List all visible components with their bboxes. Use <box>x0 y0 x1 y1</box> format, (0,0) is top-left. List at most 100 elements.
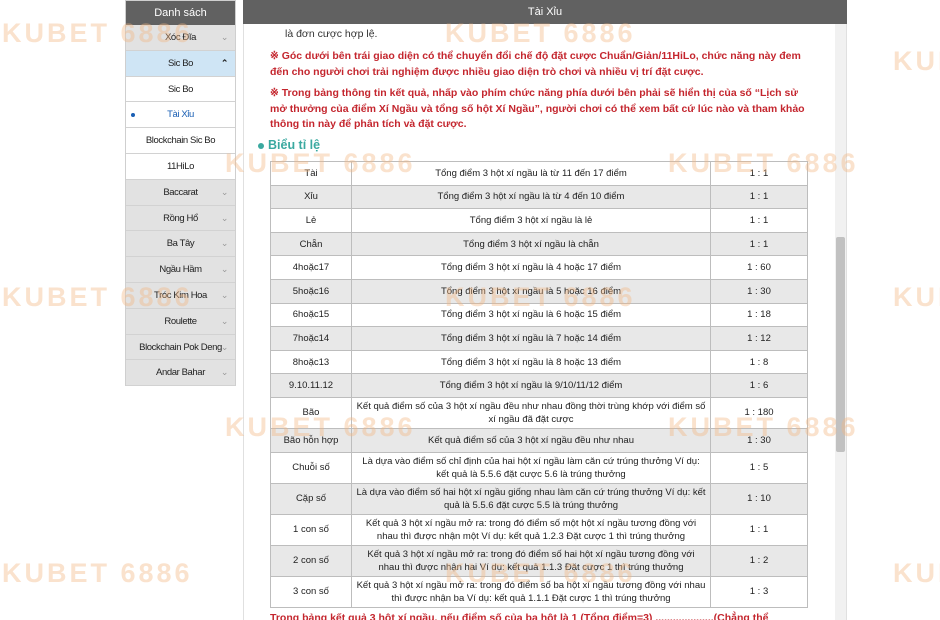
table-row: Xỉu Tổng điểm 3 hột xí ngầu là từ 4 đến 1… <box>270 184 808 210</box>
odds-table-body: Tài Tổng điểm 3 hột xí ngầu là từ 11 đến … <box>270 161 808 608</box>
bet-name-cell: 8hoặc13 <box>270 349 352 375</box>
sidebar-item-label: Ba Tây <box>166 238 195 250</box>
watermark: KUBET 6886 <box>445 558 636 588</box>
table-row: Cặp số Là dựa vào điểm số hai hột xí ngầu… <box>270 482 808 515</box>
sidebar-item-label: Sic Bo <box>167 83 194 95</box>
sidebar-item[interactable]: Sic Bo ⌃ <box>126 50 235 77</box>
watermark: KUBET 6886 <box>893 282 940 312</box>
sidebar-item[interactable]: Tài Xỉu <box>126 102 235 129</box>
odds-cell: 1 : 1 <box>710 513 808 546</box>
bet-name-cell: 2 con số <box>270 544 352 577</box>
note-bet-mode: ※ Góc dưới bên trái giao diện có thể chu… <box>270 50 801 78</box>
bet-description-cell: Là dựa vào điểm số hai hột xí ngầu giống… <box>351 482 711 515</box>
odds-cell: 1 : 6 <box>710 373 808 398</box>
sidebar-item-label: Andar Bahar <box>156 367 205 379</box>
sidebar-item[interactable]: Baccarat ⌄ <box>126 179 235 206</box>
chevron-down-icon: ⌄ <box>220 341 229 352</box>
chevron-down-icon: ⌄ <box>220 367 229 378</box>
odds-cell: 1 : 8 <box>710 349 808 375</box>
bet-description-cell: Tổng điểm 3 hột xí ngầu là chẵn <box>351 231 711 257</box>
sidebar-item[interactable]: Ba Tây ⌄ <box>126 231 235 258</box>
bet-name-cell: 5hoặc16 <box>270 278 352 304</box>
watermark: KUBET 6886 <box>668 148 859 178</box>
table-row: 7hoặc14 Tổng điểm 3 hột xí ngầu là 7 hoặc… <box>270 326 808 351</box>
bet-description-cell: Là dựa vào điểm số chỉ định của hai hột … <box>351 451 711 484</box>
chevron-down-icon: ⌄ <box>220 32 229 42</box>
table-row: Chuỗi số Là dựa vào điểm số chỉ định của … <box>270 451 808 484</box>
table-row: Chẵn Tổng điểm 3 hột xí ngầu là chẵn 1 : 1 <box>270 231 808 257</box>
table-row: 1 con số Kết quả 3 hột xí ngầu mở ra: tro… <box>270 513 808 546</box>
watermark: KUBET 6886 <box>225 412 416 442</box>
table-row: 9.10.11.12 Tổng điểm 3 hột xí ngầu là 9/1… <box>270 373 808 398</box>
note-history: ※ Trong bảng thông tin kết quả, nhấp vào… <box>270 87 805 130</box>
bet-name-cell: 9.10.11.12 <box>270 373 352 398</box>
watermark: KUBET 6886 <box>445 282 636 312</box>
bet-description-cell: Tổng điểm 3 hột xí ngầu là lẻ <box>351 208 711 233</box>
odds-cell: 1 : 1 <box>710 208 808 233</box>
sidebar-item[interactable]: Andar Bahar ⌄ <box>126 360 235 387</box>
bet-name-cell: 6hoặc15 <box>270 302 352 328</box>
watermark: KUBET 6886 <box>893 558 940 588</box>
bet-description-cell: Tổng điểm 3 hột xí ngầu là 8 hoặc 13 điể… <box>351 349 711 375</box>
chevron-down-icon: ⌄ <box>220 238 229 249</box>
watermark: KUBET 6886 <box>2 18 193 48</box>
chevron-down-icon: ⌄ <box>220 315 229 326</box>
bet-name-cell: Chuỗi số <box>270 451 352 484</box>
watermark: KUBET 6886 <box>2 558 193 588</box>
sidebar-item-label: Roulette <box>164 315 197 327</box>
odds-cell: 1 : 18 <box>710 302 808 328</box>
selected-dot-icon <box>131 113 135 118</box>
text-fragment-bottom: Trong bảng kết quả 3 hột xí ngầu, nếu đi… <box>270 612 769 620</box>
watermark: KUBET 6886 <box>668 412 859 442</box>
odds-cell: 1 : 60 <box>710 255 808 280</box>
odds-cell: 1 : 1 <box>710 231 808 257</box>
sidebar-item-label: Tài Xỉu <box>167 109 194 121</box>
table-row: Lẻ Tổng điểm 3 hột xí ngầu là lẻ 1 : 1 <box>270 208 808 233</box>
sidebar-item-label: Blockchain Sic Bo <box>145 135 216 147</box>
bet-name-cell: Lẻ <box>270 208 352 233</box>
sidebar-item-label: Baccarat <box>163 186 198 198</box>
watermark: KUBET 6886 <box>2 282 193 312</box>
bet-description-cell: Tổng điểm 3 hột xí ngầu là 9/10/11/12 đi… <box>351 373 711 398</box>
table-row: 8hoặc13 Tổng điểm 3 hột xí ngầu là 8 hoặc… <box>270 349 808 375</box>
odds-cell: 1 : 1 <box>710 184 808 210</box>
bet-description-cell: Tổng điểm 3 hột xí ngầu là 4 hoặc 17 điể… <box>351 255 711 280</box>
sidebar-item[interactable]: Ngầu Hầm ⌄ <box>126 257 235 283</box>
bet-name-cell: 4hoặc17 <box>270 255 352 280</box>
bet-name-cell: Cặp số <box>270 482 352 515</box>
watermark: KUBET 6886 <box>225 148 416 178</box>
odds-cell: 1 : 12 <box>710 326 808 351</box>
bet-name-cell: 7hoặc14 <box>270 326 352 351</box>
sidebar-item-label: Ngầu Hầm <box>159 264 202 276</box>
bet-description-cell: Tổng điểm 3 hột xí ngầu là từ 4 đến 10 đ… <box>351 184 711 210</box>
chevron-down-icon: ⌄ <box>220 264 229 275</box>
sidebar-item[interactable]: 11HiLo <box>126 153 235 180</box>
text-fragment-top: là đơn cược hợp lệ. <box>285 28 378 40</box>
chevron-up-icon: ⌃ <box>220 57 229 68</box>
sidebar-item[interactable]: Rồng Hổ ⌄ <box>126 205 235 232</box>
sidebar-item[interactable]: Blockchain Pok Deng ⌄ <box>126 334 235 361</box>
sidebar-item[interactable]: Blockchain Sic Bo <box>126 128 235 154</box>
bet-name-cell: Xỉu <box>270 184 352 210</box>
sidebar-item-label: Sic Bo <box>167 57 194 69</box>
bet-name-cell: Chẵn <box>270 231 352 257</box>
odds-cell: 1 : 3 <box>710 575 808 608</box>
odds-table: Tài Tổng điểm 3 hột xí ngầu là từ 11 đến … <box>270 161 808 608</box>
odds-cell: 1 : 5 <box>710 451 808 484</box>
odds-cell: 1 : 10 <box>710 482 808 515</box>
chevron-down-icon: ⌄ <box>220 289 229 300</box>
chevron-down-icon: ⌄ <box>220 186 229 197</box>
sidebar-item-label: Blockchain Pok Deng <box>139 341 222 353</box>
bet-description-cell: Kết quả 3 hột xí ngầu mở ra: trong đó đi… <box>351 513 711 546</box>
odds-cell: 1 : 30 <box>710 278 808 304</box>
sidebar-item-label: 11HiLo <box>167 160 194 172</box>
bet-name-cell: 3 con số <box>270 575 352 608</box>
sidebar-list: Xóc Đĩa ⌄ Sic Bo ⌃ Sic Bo Tài Xỉu Blockchain S… <box>126 25 235 387</box>
table-row: 4hoặc17 Tổng điểm 3 hột xí ngầu là 4 hoặc… <box>270 255 808 280</box>
watermark: KUBET 6886 <box>445 18 636 48</box>
sidebar-item-label: Rồng Hổ <box>163 212 198 224</box>
bet-description-cell: Tổng điểm 3 hột xí ngầu là 7 hoặc 14 điể… <box>351 326 711 351</box>
watermark: KUBET 6886 <box>893 46 940 76</box>
sidebar-item[interactable]: Sic Bo <box>126 76 235 103</box>
bet-name-cell: 1 con số <box>270 513 352 546</box>
